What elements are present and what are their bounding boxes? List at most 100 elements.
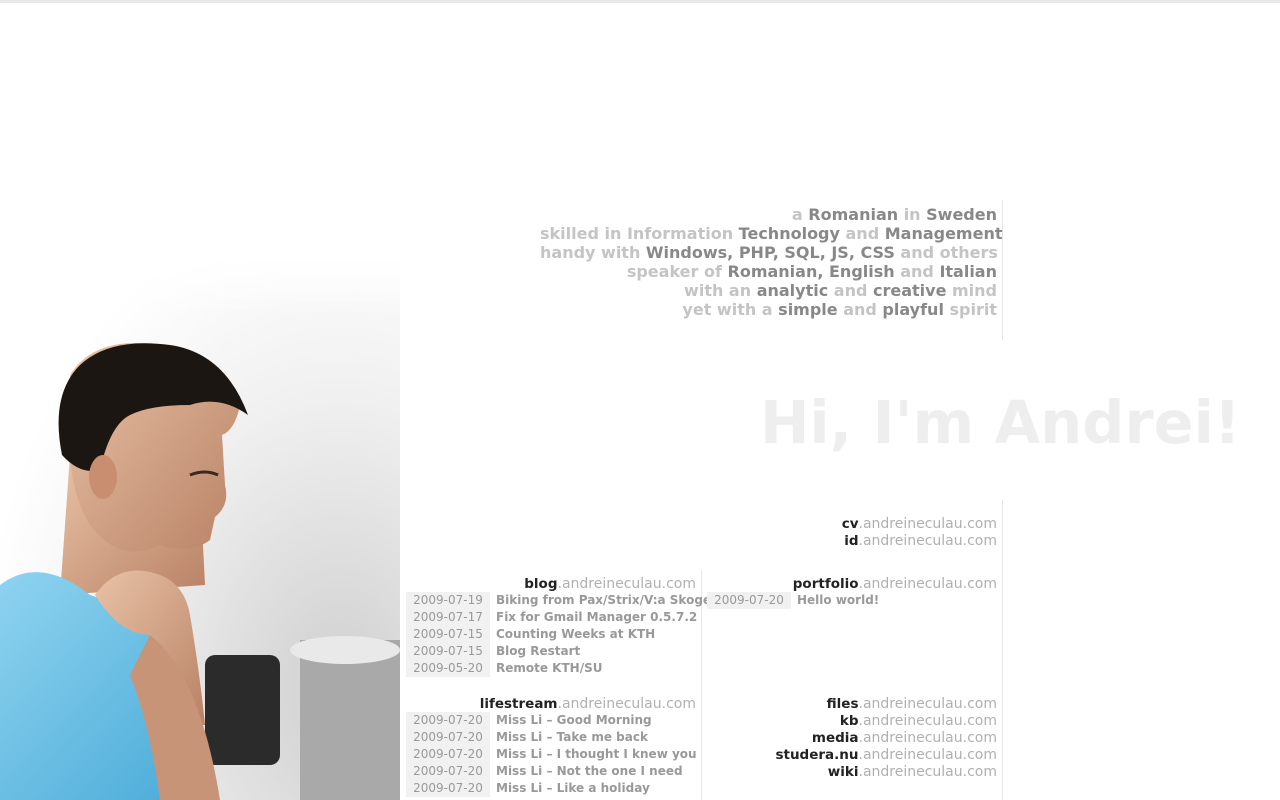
post-date: 2009-07-17 <box>406 609 490 626</box>
studera-link-prefix: studera.nu <box>775 747 859 763</box>
tagline-text: in <box>898 205 927 224</box>
blog-post-list: 2009-07-19 Biking from Pax/Strix/V:a Skog… <box>406 592 711 677</box>
post-date: 2009-07-20 <box>406 729 490 746</box>
lifestream-link-domain: .andreineculau.com <box>557 696 697 712</box>
post-date: 2009-07-20 <box>406 746 490 763</box>
post-title-link[interactable]: Biking from Pax/Strix/V:a Skoge <box>496 593 711 607</box>
files-link[interactable]: files.andreineculau.com <box>750 696 997 713</box>
tagline: a Romanian in Sweden skilled in Informati… <box>540 205 1003 319</box>
post-title-link[interactable]: Remote KTH/SU <box>496 661 602 675</box>
post-date: 2009-07-19 <box>406 592 490 609</box>
top-border <box>0 0 1280 3</box>
blog-post-row[interactable]: 2009-05-20 Remote KTH/SU <box>406 660 711 677</box>
post-date: 2009-07-15 <box>406 626 490 643</box>
media-link-domain: .andreineculau.com <box>858 730 998 746</box>
blog-post-row[interactable]: 2009-07-17 Fix for Gmail Manager 0.5.7.2 <box>406 609 711 626</box>
post-title-link[interactable]: Miss Li – Like a holiday <box>496 781 650 795</box>
portfolio-post-list: 2009-07-20 Hello world! <box>707 592 879 609</box>
post-title-link[interactable]: Miss Li – Good Morning <box>496 713 652 727</box>
post-date: 2009-07-15 <box>406 643 490 660</box>
tagline-text: spirit <box>943 300 998 319</box>
tagline-highlight: simple <box>778 300 838 319</box>
lifestream-post-row[interactable]: 2009-07-20 Miss Li – Good Morning <box>406 712 697 729</box>
tagline-highlight: Sweden <box>926 205 997 224</box>
blog-post-row[interactable]: 2009-07-15 Counting Weeks at KTH <box>406 626 711 643</box>
kb-link-prefix: kb <box>839 713 859 729</box>
lifestream-link-prefix: lifestream <box>479 696 558 712</box>
tagline-highlight: analytic <box>756 281 829 300</box>
tagline-text: skilled in <box>540 224 627 243</box>
tagline-line: a Romanian in Sweden <box>540 205 997 224</box>
lifestream-post-row[interactable]: 2009-07-20 Miss Li – I thought I knew you <box>406 746 697 763</box>
tagline-highlight: Windows, PHP, SQL, JS, CSS <box>645 243 895 262</box>
files-link-prefix: files <box>826 696 859 712</box>
blog-post-row[interactable]: 2009-07-19 Biking from Pax/Strix/V:a Skog… <box>406 592 711 609</box>
cv-link[interactable]: cv.andreineculau.com <box>800 516 997 533</box>
files-link-domain: .andreineculau.com <box>858 696 998 712</box>
tagline-highlight: playful <box>882 300 944 319</box>
lifestream-post-row[interactable]: 2009-07-20 Miss Li – Not the one I need <box>406 763 697 780</box>
tagline-separator <box>1002 200 1003 340</box>
portfolio-post-row[interactable]: 2009-07-20 Hello world! <box>707 592 879 609</box>
media-link[interactable]: media.andreineculau.com <box>750 730 997 747</box>
lifestream-link[interactable]: lifestream.andreineculau.com <box>450 696 696 713</box>
kb-link[interactable]: kb.andreineculau.com <box>750 713 997 730</box>
kb-link-domain: .andreineculau.com <box>858 713 998 729</box>
id-link[interactable]: id.andreineculau.com <box>800 533 997 550</box>
tagline-text: and <box>839 224 885 243</box>
tagline-line: skilled in Information Technology and Ma… <box>540 224 1003 243</box>
tagline-text: Information <box>626 224 734 243</box>
post-title-link[interactable]: Hello world! <box>797 593 879 607</box>
cv-link-prefix: cv <box>841 516 859 532</box>
tagline-highlight: Romanian, English <box>727 262 895 281</box>
lifestream-post-row[interactable]: 2009-07-20 Miss Li – Take me back <box>406 729 697 746</box>
blog-link[interactable]: blog.andreineculau.com <box>450 576 696 593</box>
portfolio-link-domain: .andreineculau.com <box>858 576 998 592</box>
tagline-highlight: Romanian <box>808 205 899 224</box>
tagline-text: and <box>837 300 883 319</box>
portrait-photo <box>0 255 400 800</box>
blog-link-prefix: blog <box>524 576 558 592</box>
post-date: 2009-07-20 <box>406 780 490 797</box>
portfolio-link[interactable]: portfolio.andreineculau.com <box>750 576 997 593</box>
tagline-text: speaker of <box>626 262 728 281</box>
tagline-line: with an analytic and creative mind <box>540 281 997 300</box>
post-date: 2009-05-20 <box>406 660 490 677</box>
tagline-line: speaker of Romanian, English and Italian <box>540 262 997 281</box>
post-title-link[interactable]: Miss Li – Not the one I need <box>496 764 683 778</box>
post-title-link[interactable]: Miss Li – I thought I knew you <box>496 747 697 761</box>
post-date: 2009-07-20 <box>707 592 791 609</box>
portfolio-link-prefix: portfolio <box>792 576 859 592</box>
id-link-prefix: id <box>844 533 859 549</box>
media-link-prefix: media <box>811 730 859 746</box>
studera-link[interactable]: studera.nu.andreineculau.com <box>750 747 997 764</box>
wiki-link-domain: .andreineculau.com <box>858 764 998 780</box>
blog-link-domain: .andreineculau.com <box>557 576 697 592</box>
lifestream-post-list: 2009-07-20 Miss Li – Good Morning 2009-07-… <box>406 712 697 797</box>
tagline-text: yet with a <box>682 300 779 319</box>
tagline-text: and <box>894 262 940 281</box>
post-title-link[interactable]: Blog Restart <box>496 644 580 658</box>
tagline-highlight: Italian <box>939 262 997 281</box>
cv-link-domain: .andreineculau.com <box>858 516 998 532</box>
tagline-highlight: Management <box>884 224 1003 243</box>
wiki-link[interactable]: wiki.andreineculau.com <box>750 764 997 781</box>
tagline-text: and others <box>894 243 998 262</box>
tagline-text: and <box>828 281 873 300</box>
tagline-text: a <box>791 205 809 224</box>
blog-post-row[interactable]: 2009-07-15 Blog Restart <box>406 643 711 660</box>
studera-link-domain: .andreineculau.com <box>858 747 998 763</box>
right-column-separator <box>1002 500 1003 800</box>
id-link-domain: .andreineculau.com <box>858 533 998 549</box>
tagline-highlight: creative <box>872 281 947 300</box>
wiki-link-prefix: wiki <box>827 764 859 780</box>
post-title-link[interactable]: Counting Weeks at KTH <box>496 627 655 641</box>
post-date: 2009-07-20 <box>406 763 490 780</box>
tagline-text: with an <box>684 281 757 300</box>
lifestream-post-row[interactable]: 2009-07-20 Miss Li – Like a holiday <box>406 780 697 797</box>
post-title-link[interactable]: Fix for Gmail Manager 0.5.7.2 <box>496 610 697 624</box>
post-title-link[interactable]: Miss Li – Take me back <box>496 730 648 744</box>
tagline-line: handy with Windows, PHP, SQL, JS, CSS an… <box>540 243 998 262</box>
tagline-highlight: Technology <box>733 224 840 243</box>
tagline-line: yet with a simple and playful spirit <box>540 300 997 319</box>
